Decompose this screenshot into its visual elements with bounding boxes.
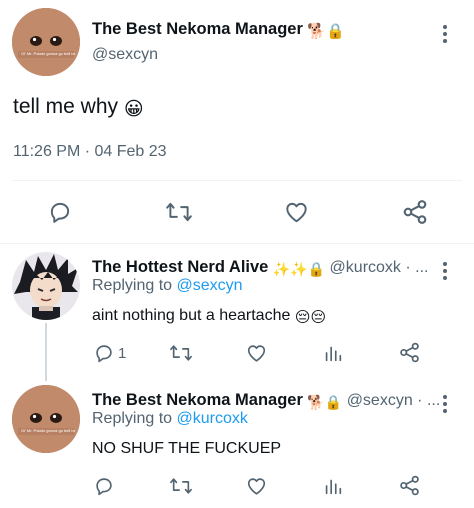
more-options-icon[interactable] [442, 395, 448, 416]
author-emoji: 🐕🔒 [307, 23, 345, 40]
reply-icon[interactable] [93, 342, 115, 364]
reply-author-line: The Hottest Nerd Alive ✨✨🔒 @kurcoxk · ..… [92, 258, 428, 278]
reply-author-emoji: ✨✨🔒 [272, 261, 326, 277]
tweet-emoji: 😀 [123, 99, 144, 120]
share-icon[interactable] [401, 198, 429, 226]
retweet-icon[interactable] [165, 199, 193, 225]
share-icon[interactable] [398, 341, 421, 364]
retweet-icon[interactable] [169, 342, 193, 364]
avatar-caption: Ol' Mr. Potato gonna go bell bell [21, 428, 75, 433]
thread-connector [45, 323, 47, 381]
avatar-caption: Ol' Mr. Potato gonna go bell bell [21, 51, 75, 56]
reply-author-name[interactable]: The Best Nekoma Manager [92, 391, 303, 409]
replying-to-handle[interactable]: @sexcyn [177, 277, 243, 294]
analytics-icon[interactable] [322, 342, 344, 364]
reply-author-line: The Best Nekoma Manager 🐕🔒 @sexcyn · ... [92, 391, 440, 411]
author-handle[interactable]: @sexcyn [92, 46, 158, 64]
replying-to-handle[interactable]: @kurcoxk [177, 410, 248, 427]
tweet-timestamp[interactable]: 11:26 PM · 04 Feb 23 [13, 143, 167, 161]
reply-author-emoji: 🐕🔒 [307, 394, 343, 410]
divider [0, 243, 474, 244]
author-avatar[interactable]: Ol' Mr. Potato gonna go bell bell [12, 8, 80, 76]
reply-author-name[interactable]: The Hottest Nerd Alive [92, 258, 268, 276]
retweet-icon[interactable] [169, 475, 193, 497]
divider [12, 180, 462, 181]
reply-handle[interactable]: @sexcyn · ... [347, 392, 441, 409]
reply-avatar[interactable] [12, 252, 80, 320]
reply-handle[interactable]: @kurcoxk · ... [330, 259, 429, 276]
like-icon[interactable] [245, 475, 268, 497]
reply-icon[interactable] [47, 199, 73, 225]
replying-to-line: Replying to @kurcoxk [92, 410, 248, 428]
tweet-text: tell me why 😀 [13, 95, 144, 121]
reply-text: aint nothing but a heartache 😔😔 [92, 307, 326, 326]
replying-to-label: Replying to [92, 277, 173, 294]
reply-text: NO SHUF THE FUCKUEP [92, 440, 282, 457]
author-line: The Best Nekoma Manager 🐕🔒 [92, 20, 345, 40]
like-icon[interactable] [283, 199, 310, 225]
more-options-icon[interactable] [442, 262, 448, 283]
share-icon[interactable] [398, 474, 421, 497]
reply-avatar[interactable]: Ol' Mr. Potato gonna go bell bell [12, 385, 80, 453]
like-icon[interactable] [245, 342, 268, 364]
replying-to-line: Replying to @sexcyn [92, 277, 243, 295]
more-options-icon[interactable] [442, 25, 448, 46]
reply-text-content: aint nothing but a heartache [92, 307, 291, 324]
reply-icon[interactable] [93, 475, 115, 497]
reply-count: 1 [118, 345, 127, 362]
reply-emoji: 😔😔 [294, 309, 327, 326]
analytics-icon[interactable] [322, 475, 344, 497]
replying-to-label: Replying to [92, 410, 173, 427]
author-name[interactable]: The Best Nekoma Manager [92, 20, 303, 38]
tweet-text-content: tell me why [13, 95, 119, 118]
